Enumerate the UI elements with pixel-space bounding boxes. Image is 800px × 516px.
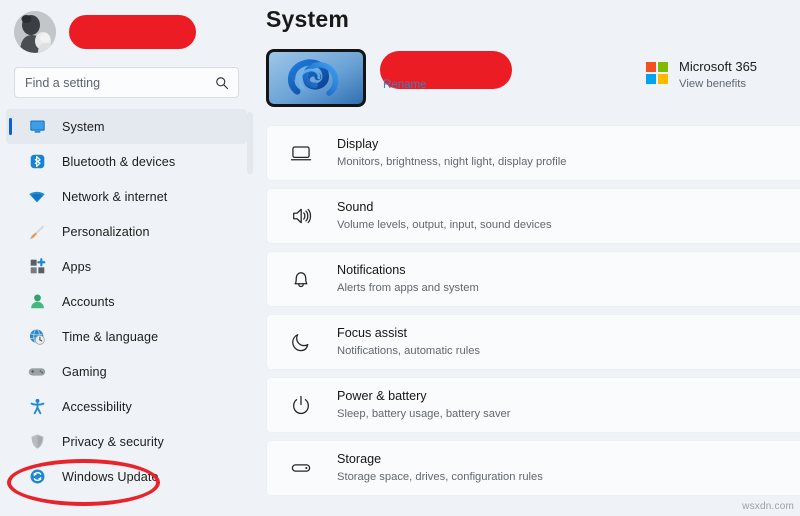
update-refresh-icon: [28, 468, 46, 486]
sidebar-item-time-language[interactable]: Time & language: [6, 319, 247, 354]
sidebar-item-label: Bluetooth & devices: [62, 154, 176, 169]
sidebar-item-bluetooth-devices[interactable]: Bluetooth & devices: [6, 144, 247, 179]
shield-icon: [28, 433, 46, 451]
gamepad-icon: [28, 363, 46, 381]
display-monitor-icon: [289, 141, 313, 165]
power-icon: [289, 393, 313, 417]
speaker-icon: [289, 204, 313, 228]
sidebar-item-label: Apps: [62, 259, 92, 274]
sidebar-item-label: Personalization: [62, 224, 150, 239]
settings-card-text: Notifications Alerts from apps and syste…: [337, 263, 479, 295]
search-icon[interactable]: [215, 76, 229, 90]
microsoft-logo-icon: [646, 62, 668, 84]
rename-link[interactable]: Rename: [383, 79, 426, 91]
sidebar-item-network-internet[interactable]: Network & internet: [6, 179, 247, 214]
sidebar-item-gaming[interactable]: Gaming: [6, 354, 247, 389]
sidebar-item-personalization[interactable]: Personalization: [6, 214, 247, 249]
bluetooth-icon: [28, 153, 46, 171]
device-thumbnail: [266, 49, 366, 107]
settings-card-sound[interactable]: Sound Volume levels, output, input, soun…: [266, 188, 800, 244]
globe-clock-icon: [28, 328, 46, 346]
settings-card-text: Focus assist Notifications, automatic ru…: [337, 326, 480, 358]
avatar[interactable]: [14, 11, 56, 53]
sidebar-item-label: System: [62, 119, 105, 134]
sidebar-item-windows-update[interactable]: Windows Update: [6, 459, 247, 494]
settings-card-subtitle: Sleep, battery usage, battery saver: [337, 408, 511, 420]
search-container: [0, 58, 253, 98]
settings-card-text: Power & battery Sleep, battery usage, ba…: [337, 389, 511, 421]
microsoft-365-block[interactable]: Microsoft 365 View benefits: [646, 59, 757, 90]
sidebar-item-label: Accounts: [62, 294, 115, 309]
settings-card-display[interactable]: Display Monitors, brightness, night ligh…: [266, 125, 800, 181]
settings-card-title: Power & battery: [337, 389, 427, 403]
settings-list: Display Monitors, brightness, night ligh…: [253, 125, 800, 496]
view-benefits-link[interactable]: View benefits: [679, 78, 757, 90]
sidebar-nav: System Bluetooth & devices Network & int…: [0, 109, 253, 494]
sidebar-item-accessibility[interactable]: Accessibility: [6, 389, 247, 424]
apps-grid-icon: [28, 258, 46, 276]
sidebar-item-label: Accessibility: [62, 399, 132, 414]
watermark: wsxdn.com: [742, 501, 794, 512]
storage-drive-icon: [289, 456, 313, 480]
settings-card-title: Display: [337, 137, 379, 151]
settings-card-subtitle: Notifications, automatic rules: [337, 345, 481, 357]
moon-icon: [289, 330, 313, 354]
wifi-icon: [28, 188, 46, 206]
search-box[interactable]: [14, 67, 239, 98]
sidebar-item-label: Gaming: [62, 364, 107, 379]
settings-card-notifications[interactable]: Notifications Alerts from apps and syste…: [266, 251, 800, 307]
sidebar-item-label: Network & internet: [62, 189, 168, 204]
bell-icon: [289, 267, 313, 291]
settings-card-subtitle: Monitors, brightness, night light, displ…: [337, 156, 567, 168]
page-title: System: [266, 6, 350, 32]
sidebar-item-label: Windows Update: [62, 469, 159, 484]
settings-card-text: Storage Storage space, drives, configura…: [337, 452, 543, 484]
settings-card-title: Storage: [337, 452, 382, 466]
sidebar-item-label: Privacy & security: [62, 434, 164, 449]
monitor-icon: [28, 118, 46, 136]
sidebar: System Bluetooth & devices: [0, 0, 253, 516]
settings-card-focus-assist[interactable]: Focus assist Notifications, automatic ru…: [266, 314, 800, 370]
microsoft-365-text: Microsoft 365 View benefits: [679, 59, 757, 90]
settings-card-storage[interactable]: Storage Storage space, drives, configura…: [266, 440, 800, 496]
main-content: System Rename Microsoft 365 View benefit…: [253, 0, 800, 516]
accessibility-icon: [28, 398, 46, 416]
microsoft-365-title: Microsoft 365: [679, 59, 758, 74]
settings-card-text: Sound Volume levels, output, input, soun…: [337, 200, 552, 232]
person-icon: [28, 293, 46, 311]
settings-card-title: Focus assist: [337, 326, 407, 340]
settings-window: System Bluetooth & devices: [0, 0, 800, 516]
search-input[interactable]: [15, 68, 238, 97]
settings-card-title: Sound: [337, 200, 374, 214]
account-row[interactable]: [0, 6, 253, 58]
settings-card-subtitle: Volume levels, output, input, sound devi…: [337, 219, 552, 231]
settings-card-subtitle: Alerts from apps and system: [337, 282, 479, 294]
device-meta: Rename: [380, 49, 512, 91]
sidebar-item-privacy-security[interactable]: Privacy & security: [6, 424, 247, 459]
settings-card-power-battery[interactable]: Power & battery Sleep, battery usage, ba…: [266, 377, 800, 433]
settings-card-title: Notifications: [337, 263, 406, 277]
paintbrush-icon: [28, 223, 46, 241]
sidebar-item-accounts[interactable]: Accounts: [6, 284, 247, 319]
sidebar-item-system[interactable]: System: [6, 109, 247, 144]
settings-card-text: Display Monitors, brightness, night ligh…: [337, 137, 566, 169]
sidebar-item-apps[interactable]: Apps: [6, 249, 247, 284]
settings-card-subtitle: Storage space, drives, configuration rul…: [337, 471, 543, 483]
account-name-redaction: [69, 15, 196, 49]
sidebar-item-label: Time & language: [62, 329, 159, 344]
